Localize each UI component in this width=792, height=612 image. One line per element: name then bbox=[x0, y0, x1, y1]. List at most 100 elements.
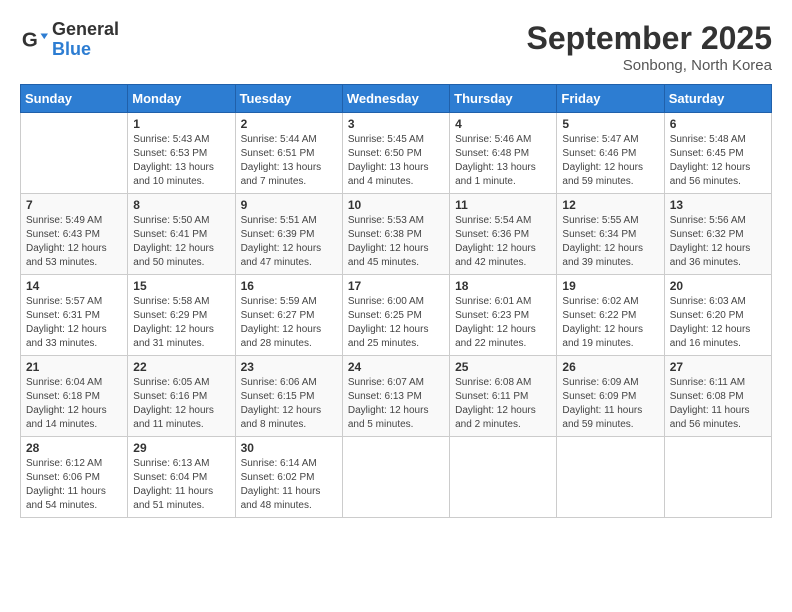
day-number: 14 bbox=[26, 279, 122, 293]
day-of-week-header: Friday bbox=[557, 85, 664, 113]
day-number: 6 bbox=[670, 117, 766, 131]
day-info: Sunrise: 6:04 AMSunset: 6:18 PMDaylight:… bbox=[26, 376, 122, 432]
calendar-cell: 1Sunrise: 5:43 AMSunset: 6:53 PMDaylight… bbox=[128, 113, 235, 194]
day-number: 27 bbox=[670, 360, 766, 374]
calendar-cell: 13 Sunrise: 5:56 AMSunset: 6:32 PMDayligh… bbox=[664, 194, 771, 275]
day-info: Sunrise: 6:01 AMSunset: 6:23 PMDaylight:… bbox=[455, 295, 551, 351]
calendar-cell: 3Sunrise: 5:45 AMSunset: 6:50 PMDaylight… bbox=[342, 113, 449, 194]
day-number: 28 bbox=[26, 441, 122, 455]
day-of-week-header: Monday bbox=[128, 85, 235, 113]
day-info: Sunrise: 5:46 AMSunset: 6:48 PMDaylight:… bbox=[455, 133, 551, 189]
calendar-cell: 24 Sunrise: 6:07 AMSunset: 6:13 PMDayligh… bbox=[342, 356, 449, 437]
day-of-week-header: Wednesday bbox=[342, 85, 449, 113]
day-info: Sunrise: 5:50 AMSunset: 6:41 PMDaylight:… bbox=[133, 214, 229, 270]
calendar-week-row: 1Sunrise: 5:43 AMSunset: 6:53 PMDaylight… bbox=[21, 113, 772, 194]
calendar-cell bbox=[342, 437, 449, 518]
calendar-week-row: 28Sunrise: 6:12 AMSunset: 6:06 PMDayligh… bbox=[21, 437, 772, 518]
calendar-cell: 29Sunrise: 6:13 AMSunset: 6:04 PMDayligh… bbox=[128, 437, 235, 518]
title-block: September 2025 Sonbong, North Korea bbox=[527, 20, 772, 74]
day-number: 16 bbox=[241, 279, 337, 293]
logo: G General Blue bbox=[20, 20, 119, 60]
calendar-header-row: SundayMondayTuesdayWednesdayThursdayFrid… bbox=[21, 85, 772, 113]
calendar-cell bbox=[450, 437, 557, 518]
day-info: Sunrise: 5:56 AMSunset: 6:32 PMDaylight:… bbox=[670, 214, 766, 270]
calendar-cell bbox=[557, 437, 664, 518]
day-info: Sunrise: 5:44 AMSunset: 6:51 PMDaylight:… bbox=[241, 133, 337, 189]
day-number: 5 bbox=[562, 117, 658, 131]
day-info: Sunrise: 5:58 AMSunset: 6:29 PMDaylight:… bbox=[133, 295, 229, 351]
calendar-cell: 28Sunrise: 6:12 AMSunset: 6:06 PMDayligh… bbox=[21, 437, 128, 518]
day-of-week-header: Sunday bbox=[21, 85, 128, 113]
page-header: G General Blue September 2025 Sonbong, N… bbox=[20, 20, 772, 74]
logo-text: General Blue bbox=[52, 20, 119, 60]
day-info: Sunrise: 6:06 AMSunset: 6:15 PMDaylight:… bbox=[241, 376, 337, 432]
day-number: 11 bbox=[455, 198, 551, 212]
calendar-cell bbox=[21, 113, 128, 194]
calendar-cell: 7 Sunrise: 5:49 AMSunset: 6:43 PMDaylight… bbox=[21, 194, 128, 275]
day-of-week-header: Thursday bbox=[450, 85, 557, 113]
day-number: 10 bbox=[348, 198, 444, 212]
calendar-cell: 27 Sunrise: 6:11 AMSunset: 6:08 PMDayligh… bbox=[664, 356, 771, 437]
day-number: 7 bbox=[26, 198, 122, 212]
calendar-table: SundayMondayTuesdayWednesdayThursdayFrid… bbox=[20, 84, 772, 518]
day-info: Sunrise: 5:49 AMSunset: 6:43 PMDaylight:… bbox=[26, 214, 122, 270]
day-info: Sunrise: 6:02 AMSunset: 6:22 PMDaylight:… bbox=[562, 295, 658, 351]
day-number: 20 bbox=[670, 279, 766, 293]
day-info: Sunrise: 6:05 AMSunset: 6:16 PMDaylight:… bbox=[133, 376, 229, 432]
day-info: Sunrise: 6:13 AMSunset: 6:04 PMDaylight:… bbox=[133, 457, 229, 513]
day-number: 24 bbox=[348, 360, 444, 374]
day-number: 23 bbox=[241, 360, 337, 374]
day-info: Sunrise: 5:53 AMSunset: 6:38 PMDaylight:… bbox=[348, 214, 444, 270]
day-of-week-header: Tuesday bbox=[235, 85, 342, 113]
calendar-cell: 14 Sunrise: 5:57 AMSunset: 6:31 PMDayligh… bbox=[21, 275, 128, 356]
day-info: Sunrise: 6:03 AMSunset: 6:20 PMDaylight:… bbox=[670, 295, 766, 351]
calendar-cell: 18 Sunrise: 6:01 AMSunset: 6:23 PMDayligh… bbox=[450, 275, 557, 356]
day-number: 8 bbox=[133, 198, 229, 212]
calendar-week-row: 7 Sunrise: 5:49 AMSunset: 6:43 PMDaylight… bbox=[21, 194, 772, 275]
logo-blue: Blue bbox=[52, 39, 91, 59]
calendar-week-row: 14 Sunrise: 5:57 AMSunset: 6:31 PMDayligh… bbox=[21, 275, 772, 356]
day-number: 25 bbox=[455, 360, 551, 374]
calendar-cell: 12Sunrise: 5:55 AMSunset: 6:34 PMDayligh… bbox=[557, 194, 664, 275]
day-number: 26 bbox=[562, 360, 658, 374]
day-number: 2 bbox=[241, 117, 337, 131]
day-info: Sunrise: 5:47 AMSunset: 6:46 PMDaylight:… bbox=[562, 133, 658, 189]
day-info: Sunrise: 6:07 AMSunset: 6:13 PMDaylight:… bbox=[348, 376, 444, 432]
calendar-cell: 2 Sunrise: 5:44 AMSunset: 6:51 PMDaylight… bbox=[235, 113, 342, 194]
calendar-cell: 22 Sunrise: 6:05 AMSunset: 6:16 PMDayligh… bbox=[128, 356, 235, 437]
calendar-cell: 26 Sunrise: 6:09 AMSunset: 6:09 PMDayligh… bbox=[557, 356, 664, 437]
calendar-week-row: 21Sunrise: 6:04 AMSunset: 6:18 PMDayligh… bbox=[21, 356, 772, 437]
day-number: 13 bbox=[670, 198, 766, 212]
day-number: 22 bbox=[133, 360, 229, 374]
calendar-cell: 17Sunrise: 6:00 AMSunset: 6:25 PMDayligh… bbox=[342, 275, 449, 356]
calendar-cell: 19 Sunrise: 6:02 AMSunset: 6:22 PMDayligh… bbox=[557, 275, 664, 356]
day-number: 30 bbox=[241, 441, 337, 455]
calendar-cell: 8 Sunrise: 5:50 AMSunset: 6:41 PMDaylight… bbox=[128, 194, 235, 275]
location: Sonbong, North Korea bbox=[527, 57, 772, 74]
day-info: Sunrise: 5:59 AMSunset: 6:27 PMDaylight:… bbox=[241, 295, 337, 351]
day-number: 15 bbox=[133, 279, 229, 293]
day-number: 9 bbox=[241, 198, 337, 212]
day-info: Sunrise: 6:00 AMSunset: 6:25 PMDaylight:… bbox=[348, 295, 444, 351]
calendar-cell: 16 Sunrise: 5:59 AMSunset: 6:27 PMDayligh… bbox=[235, 275, 342, 356]
calendar-cell: 21Sunrise: 6:04 AMSunset: 6:18 PMDayligh… bbox=[21, 356, 128, 437]
day-number: 18 bbox=[455, 279, 551, 293]
day-of-week-header: Saturday bbox=[664, 85, 771, 113]
calendar-cell: 10 Sunrise: 5:53 AMSunset: 6:38 PMDayligh… bbox=[342, 194, 449, 275]
calendar-cell: 25 Sunrise: 6:08 AMSunset: 6:11 PMDayligh… bbox=[450, 356, 557, 437]
day-info: Sunrise: 5:45 AMSunset: 6:50 PMDaylight:… bbox=[348, 133, 444, 189]
day-info: Sunrise: 5:57 AMSunset: 6:31 PMDaylight:… bbox=[26, 295, 122, 351]
calendar-cell: 15 Sunrise: 5:58 AMSunset: 6:29 PMDayligh… bbox=[128, 275, 235, 356]
day-info: Sunrise: 6:08 AMSunset: 6:11 PMDaylight:… bbox=[455, 376, 551, 432]
day-number: 19 bbox=[562, 279, 658, 293]
logo-general: General bbox=[52, 19, 119, 39]
logo-icon: G bbox=[20, 26, 48, 54]
day-info: Sunrise: 6:11 AMSunset: 6:08 PMDaylight:… bbox=[670, 376, 766, 432]
day-info: Sunrise: 6:09 AMSunset: 6:09 PMDaylight:… bbox=[562, 376, 658, 432]
day-info: Sunrise: 5:43 AMSunset: 6:53 PMDaylight:… bbox=[133, 133, 229, 189]
day-info: Sunrise: 5:55 AMSunset: 6:34 PMDaylight:… bbox=[562, 214, 658, 270]
calendar-cell: 23 Sunrise: 6:06 AMSunset: 6:15 PMDayligh… bbox=[235, 356, 342, 437]
calendar-cell: 4 Sunrise: 5:46 AMSunset: 6:48 PMDaylight… bbox=[450, 113, 557, 194]
calendar-cell: 11Sunrise: 5:54 AMSunset: 6:36 PMDayligh… bbox=[450, 194, 557, 275]
day-number: 4 bbox=[455, 117, 551, 131]
